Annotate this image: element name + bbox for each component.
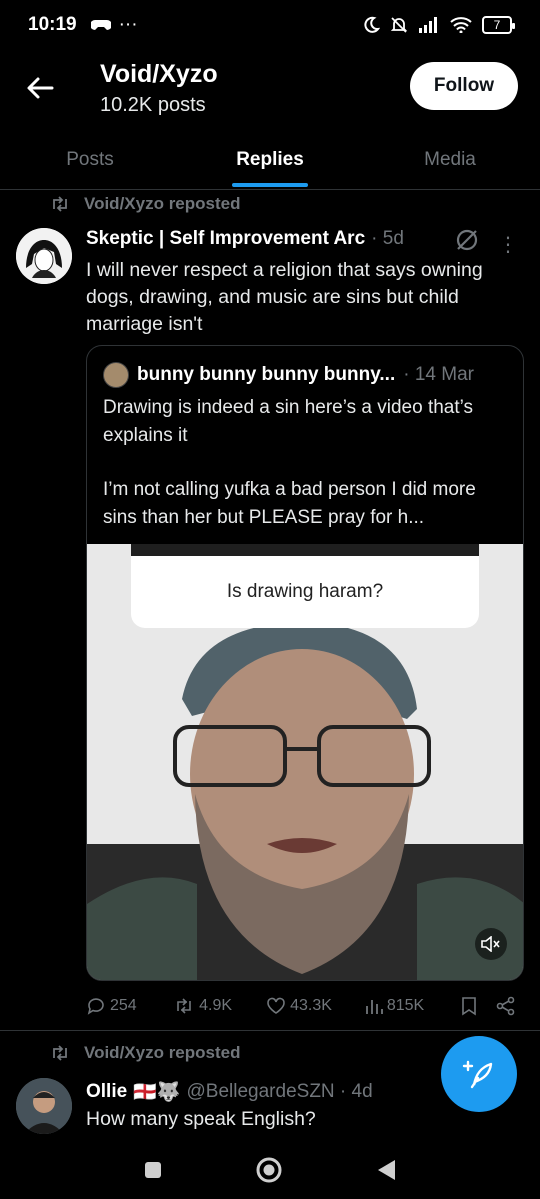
reply-count: 254 <box>110 997 137 1014</box>
video-player[interactable]: Is drawing haram? <box>87 544 523 980</box>
repost-icon <box>53 1045 67 1061</box>
mute-button[interactable] <box>475 928 507 960</box>
author-handle: @BellegardeSZN · 4d <box>186 1081 373 1102</box>
wifi-icon <box>450 17 472 33</box>
like-button[interactable]: 43.3K <box>266 997 365 1015</box>
author-flags: 🏴󠁧󠁢󠁥󠁮󠁧󠁿🐺 <box>133 1082 181 1103</box>
status-time: 10:19 <box>28 14 77 35</box>
signal-icon <box>419 17 437 33</box>
repost-label: Void/Xyzo reposted <box>84 194 241 213</box>
back-button[interactable] <box>22 70 58 106</box>
recents-icon[interactable] <box>143 1160 163 1180</box>
post-header: Ollie 🏴󠁧󠁢󠁥󠁮󠁧󠁿🐺 @BellegardeSZN · 4d <box>86 1080 373 1104</box>
repost-icon <box>177 998 191 1014</box>
arrow-left-icon <box>27 77 54 99</box>
reply-button[interactable]: 254 <box>86 996 173 1016</box>
tab-replies[interactable]: Replies <box>180 130 360 189</box>
repost-icon <box>53 196 67 212</box>
volume-muted-icon <box>481 936 500 952</box>
profile-header: Void/Xyzo 10.2K posts Follow <box>0 50 540 130</box>
repost-indicator: Void/Xyzo reposted <box>50 194 241 214</box>
home-icon[interactable] <box>255 1156 283 1184</box>
post-text: How many speak English? <box>86 1108 316 1130</box>
quote-text-line2: I’m not calling yufka a bad person I did… <box>103 479 476 528</box>
profile-photo-icon <box>16 1078 72 1134</box>
like-count: 43.3K <box>290 997 332 1014</box>
analytics-icon <box>365 1000 383 1014</box>
tab-posts[interactable]: Posts <box>0 130 180 189</box>
avatar[interactable] <box>16 228 72 284</box>
repost-button[interactable]: 4.9K <box>173 997 266 1015</box>
avatar[interactable] <box>16 1078 72 1134</box>
post-header: Skeptic | Self Improvement Arc · 5d <box>86 228 404 250</box>
more-options-icon[interactable]: ⋮ <box>498 232 518 257</box>
bookmark-icon <box>462 997 476 1016</box>
profile-tabs: Posts Replies Media <box>0 130 540 190</box>
bookmark-button[interactable] <box>460 996 478 1016</box>
post-divider <box>0 1030 540 1031</box>
post-actions: 254 4.9K 43.3K 815K <box>86 990 516 1022</box>
compose-post-button[interactable] <box>441 1036 517 1112</box>
grok-icon[interactable] <box>454 227 480 253</box>
repost-count: 4.9K <box>199 997 233 1014</box>
video-caption: Is drawing haram? <box>131 556 479 628</box>
system-nav-bar <box>0 1140 540 1199</box>
anime-avatar-icon <box>16 228 72 284</box>
repost-indicator: Void/Xyzo reposted <box>50 1043 241 1063</box>
game-controller-icon <box>90 20 111 30</box>
more-notifications-icon: ··· <box>118 14 138 35</box>
video-topbar <box>131 544 479 556</box>
quote-author-name: bunny bunny bunny bunny... <box>137 364 396 385</box>
quote-text: Drawing is indeed a sin here’s a video t… <box>103 394 513 531</box>
profile-name: Void/Xyzo <box>100 60 218 88</box>
comment-icon <box>87 998 104 1015</box>
moon-icon <box>364 16 380 33</box>
heart-icon <box>267 997 285 1014</box>
quoted-post[interactable]: bunny bunny bunny bunny... · 14 Mar Draw… <box>86 345 524 981</box>
quote-text-line1: Drawing is indeed a sin here’s a video t… <box>103 397 474 446</box>
author-name[interactable]: Skeptic | Self Improvement Arc <box>86 228 365 250</box>
post-text: I will never respect a religion that say… <box>86 259 483 335</box>
battery-icon: 7 <box>482 16 515 34</box>
share-icon <box>496 996 515 1016</box>
post-time: · 5d <box>371 228 404 249</box>
quote-time: · 14 Mar <box>403 364 474 385</box>
mute-bell-icon <box>390 17 408 33</box>
post-count: 10.2K posts <box>100 94 206 116</box>
quote-avatar <box>103 362 129 388</box>
views-button[interactable]: 815K <box>365 997 452 1015</box>
quote-header: bunny bunny bunny bunny... · 14 Mar <box>103 362 474 388</box>
view-count: 815K <box>386 997 425 1014</box>
feather-plus-icon <box>462 1060 493 1089</box>
tab-media[interactable]: Media <box>360 130 540 189</box>
follow-button[interactable]: Follow <box>410 62 518 110</box>
repost-label: Void/Xyzo reposted <box>84 1043 241 1062</box>
author-name[interactable]: Ollie <box>86 1081 127 1103</box>
back-nav-icon[interactable] <box>375 1158 397 1182</box>
share-button[interactable] <box>496 996 516 1016</box>
status-bar: 10:19 ··· 7 <box>0 0 540 50</box>
